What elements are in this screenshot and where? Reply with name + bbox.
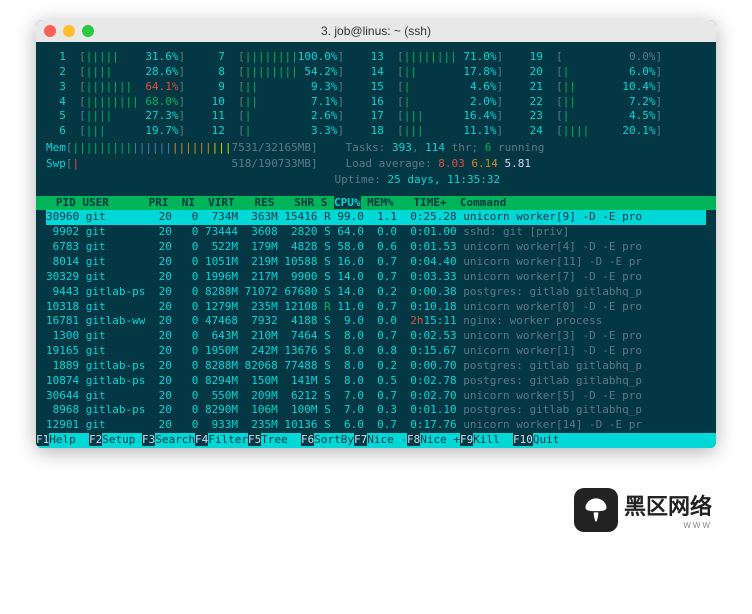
process-row[interactable]: 19165 git 20 0 1950M 242M 13676 S 8.0 0.… bbox=[46, 344, 706, 359]
process-row[interactable]: 8014 git 20 0 1051M 219M 10588 S 16.0 0.… bbox=[46, 255, 706, 270]
process-row[interactable]: 10874 gitlab-ps 20 0 8294M 150M 141M S 8… bbox=[46, 374, 706, 389]
process-header[interactable]: PID USER PRI NI VIRT RES SHR S CPU% MEM%… bbox=[36, 196, 716, 211]
cpu-meters: 1 [||||| 31.6%] 7 [||||||||100.0%] 13 [|… bbox=[46, 50, 706, 139]
tasks-line: Tasks: 393, 114 thr; 6 running bbox=[346, 141, 545, 156]
fkey-f6[interactable]: F6SortBy bbox=[301, 433, 354, 448]
fkey-f5[interactable]: F5Tree bbox=[248, 433, 301, 448]
load-average: Load average: 8.03 6.14 5.81 bbox=[346, 157, 531, 172]
uptime: Uptime: 25 days, 11:35:32 bbox=[335, 173, 501, 188]
window-title: 3. job@linus: ~ (ssh) bbox=[36, 24, 716, 38]
process-row[interactable]: 16781 gitlab-ww 20 0 47468 7932 4188 S 9… bbox=[46, 314, 706, 329]
process-row[interactable]: 9443 gitlab-ps 20 0 8288M 71072 67680 S … bbox=[46, 285, 706, 300]
process-list[interactable]: 30960 git 20 0 734M 363M 15416 R 99.0 1.… bbox=[46, 210, 706, 433]
process-row[interactable]: 30329 git 20 0 1996M 217M 9900 S 14.0 0.… bbox=[46, 270, 706, 285]
titlebar[interactable]: 3. job@linus: ~ (ssh) bbox=[36, 20, 716, 42]
process-row[interactable]: 1889 gitlab-ps 20 0 8288M 82068 77488 S … bbox=[46, 359, 706, 374]
fkey-f1[interactable]: F1Help bbox=[36, 433, 89, 448]
process-row[interactable]: 10318 git 20 0 1279M 235M 12108 R 11.0 0… bbox=[46, 300, 706, 315]
swap-meter: Swp[| 518/190733MB]Load average: 8.03 6.… bbox=[46, 157, 706, 172]
process-row[interactable]: 30960 git 20 0 734M 363M 15416 R 99.0 1.… bbox=[46, 210, 706, 225]
process-row[interactable]: 9902 git 20 0 73444 3608 2820 S 64.0 0.0… bbox=[46, 225, 706, 240]
process-row[interactable]: 12901 git 20 0 933M 235M 10136 S 6.0 0.7… bbox=[46, 418, 706, 433]
process-row[interactable]: 1300 git 20 0 643M 210M 7464 S 8.0 0.7 0… bbox=[46, 329, 706, 344]
fkey-f2[interactable]: F2Setup bbox=[89, 433, 142, 448]
process-row[interactable]: 6783 git 20 0 522M 179M 4828 S 58.0 0.6 … bbox=[46, 240, 706, 255]
terminal-window: 3. job@linus: ~ (ssh) 1 [||||| 31.6%] 7 … bbox=[36, 20, 716, 448]
function-keys[interactable]: F1Help F2Setup F3SearchF4FilterF5Tree F6… bbox=[36, 433, 716, 448]
fkey-f3[interactable]: F3Search bbox=[142, 433, 195, 448]
memory-meter: Mem[||||||||||||||||||||||||7531/32165MB… bbox=[46, 141, 706, 156]
terminal-content[interactable]: 1 [||||| 31.6%] 7 [||||||||100.0%] 13 [|… bbox=[36, 42, 716, 448]
process-row[interactable]: 8968 gitlab-ps 20 0 8290M 106M 100M S 7.… bbox=[46, 403, 706, 418]
fkey-f4[interactable]: F4Filter bbox=[195, 433, 248, 448]
mushroom-icon bbox=[574, 488, 618, 532]
site-logo: 黑区网络 WWW bbox=[0, 468, 752, 542]
fkey-f7[interactable]: F7Nice - bbox=[354, 433, 407, 448]
fkey-f10[interactable]: F10Quit bbox=[513, 433, 573, 448]
process-row[interactable]: 30644 git 20 0 550M 209M 6212 S 7.0 0.7 … bbox=[46, 389, 706, 404]
fkey-f9[interactable]: F9Kill bbox=[460, 433, 513, 448]
fkey-f8[interactable]: F8Nice + bbox=[407, 433, 460, 448]
